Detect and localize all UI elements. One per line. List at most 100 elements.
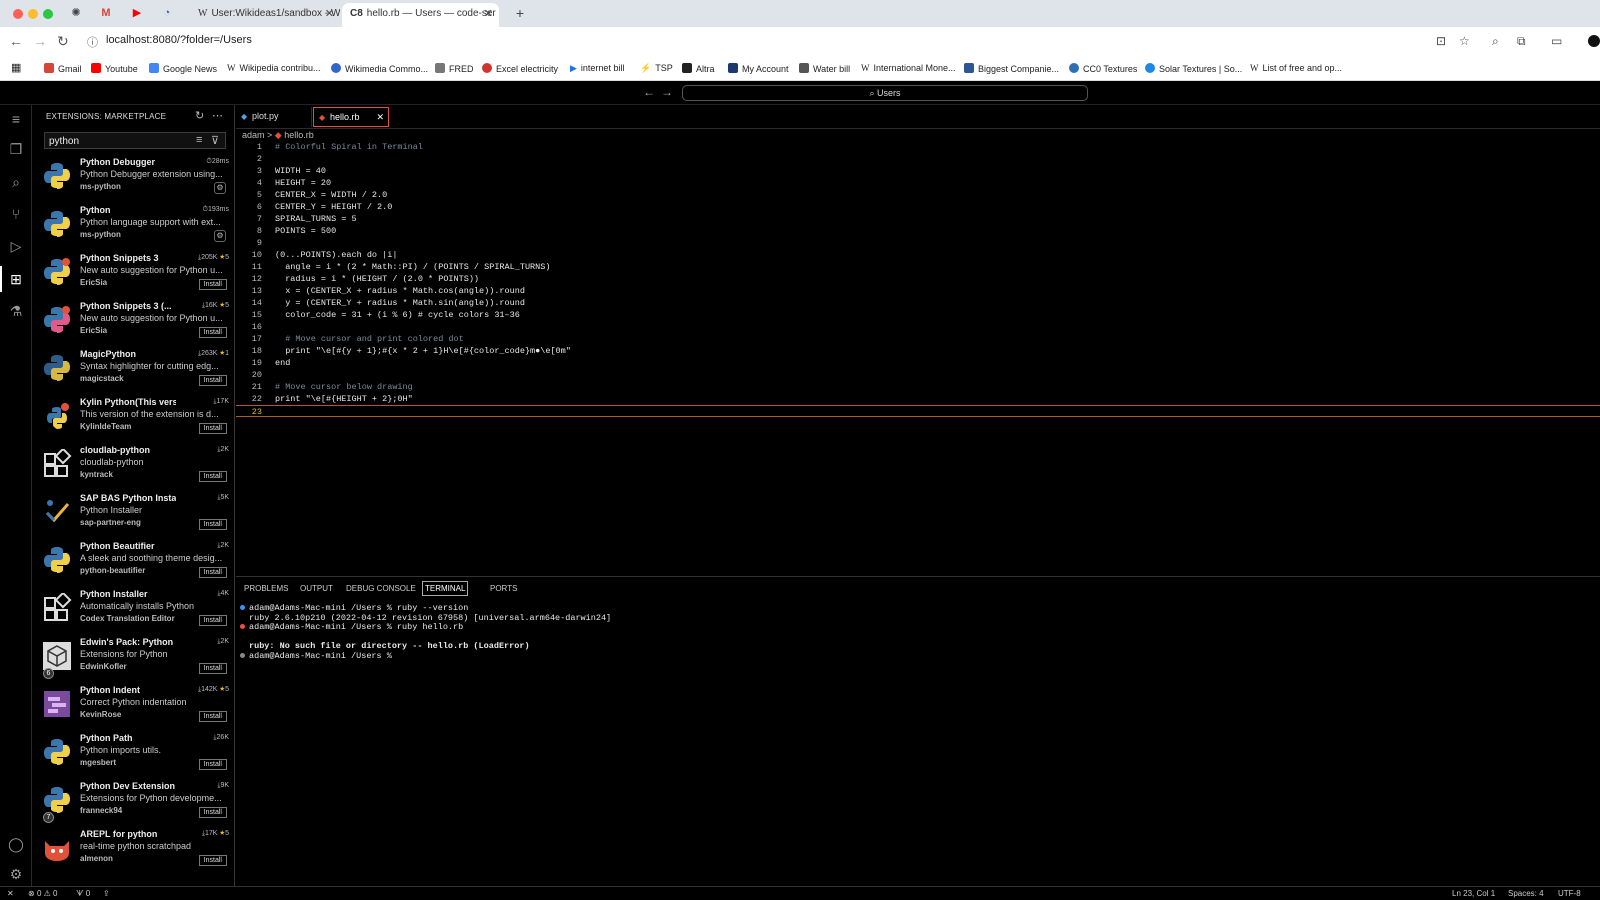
bookmark-youtube[interactable]: Youtube: [91, 63, 138, 74]
extension-item[interactable]: Python Installer ⤓4K Automatically install…: [32, 588, 234, 636]
go-back-arrow-icon[interactable]: ←: [643, 85, 655, 99]
minimize-window-button[interactable]: [28, 9, 38, 19]
bookmark-list-of-free[interactable]: W List of free and op...: [1250, 63, 1342, 73]
filter-icon[interactable]: ⊽: [211, 134, 219, 147]
manage-gear-icon[interactable]: ⚙: [214, 182, 226, 194]
clear-filter-icon[interactable]: ≡: [196, 134, 202, 146]
testing-flask-icon[interactable]: ⚗: [7, 302, 25, 320]
bookmark-wikimedia-commons[interactable]: Wikimedia Commo...: [331, 63, 428, 74]
explorer-files-icon[interactable]: ❐: [7, 140, 25, 158]
install-button[interactable]: Install: [198, 519, 227, 530]
bookmark-fred[interactable]: FRED: [435, 63, 474, 74]
run-debug-icon[interactable]: ▷: [7, 237, 25, 255]
install-button[interactable]: Install: [198, 807, 227, 818]
install-button[interactable]: Install: [198, 759, 227, 770]
extension-item[interactable]: AREPL for python ⤓17K ★5 real-time python …: [32, 828, 234, 876]
panel-tab-terminal[interactable]: TERMINAL: [422, 581, 469, 596]
profile-avatar[interactable]: [1588, 35, 1600, 47]
refresh-icon[interactable]: ↻: [195, 109, 204, 122]
pinned-tab-gmail-icon[interactable]: M: [99, 6, 113, 20]
install-button[interactable]: Install: [198, 663, 227, 674]
url-field[interactable]: localhost:8080/?folder=/Users: [106, 34, 252, 46]
extension-item[interactable]: Python Beautifier ⤓2K A sleek and soothing…: [32, 540, 234, 588]
panel-tab-output[interactable]: OUTPUT: [300, 584, 333, 596]
extension-item[interactable]: cloudlab-python ⤓2K cloudlab-python kyntrac…: [32, 444, 234, 492]
extension-item[interactable]: 7 Python Dev Extension Pa... ⤓9K Extensions…: [32, 780, 234, 828]
bookmark-wikipedia-contrib[interactable]: W Wikipedia contribu...: [227, 63, 321, 73]
bookmark-water-bill[interactable]: Water bill: [799, 63, 850, 74]
extensions-icon[interactable]: ⊞: [7, 270, 25, 288]
extension-item[interactable]: Python ⏱193ms Python language support with…: [32, 204, 234, 252]
go-forward-arrow-icon[interactable]: →: [661, 85, 673, 99]
close-tab-icon[interactable]: ✕: [325, 3, 334, 25]
cursor-position[interactable]: Ln 23, Col 1: [1452, 889, 1495, 898]
extension-item[interactable]: SAP BAS Python Installer ⤓5K Python Instal…: [32, 492, 234, 540]
bookmark-international-money[interactable]: W International Mone...: [861, 63, 956, 73]
extension-item[interactable]: Python Path ⤓26K Python imports utils. mges…: [32, 732, 234, 780]
zoom-search-icon[interactable]: ⌕: [1492, 34, 1499, 49]
install-button[interactable]: Install: [198, 471, 227, 482]
bookmark-google-news[interactable]: Google News: [149, 63, 217, 74]
bookmark-biggest-companies[interactable]: Biggest Companie...: [964, 63, 1059, 74]
close-tab-icon[interactable]: ✕: [376, 108, 384, 126]
install-button[interactable]: Install: [198, 615, 227, 626]
apps-grid-icon[interactable]: ▦: [11, 61, 21, 74]
bookmark-cc0-textures[interactable]: CC0 Textures: [1069, 63, 1137, 74]
panel-tab-debug-console[interactable]: DEBUG CONSOLE: [346, 584, 416, 596]
account-icon[interactable]: ◯: [7, 835, 25, 853]
editor-tab-hello-rb[interactable]: ◆ hello.rb ✕: [313, 107, 389, 127]
browser-tab-code-server[interactable]: C8 hello.rb — Users — code-ser ✕: [342, 3, 499, 27]
install-button[interactable]: Install: [198, 711, 227, 722]
install-button[interactable]: Install: [198, 423, 227, 434]
extension-item[interactable]: 6 Edwin's Pack: Python ⤓2K Extensions for P…: [32, 636, 234, 684]
extension-item[interactable]: Kylin Python(This versio... ⤓17K This vers…: [32, 396, 234, 444]
install-app-icon[interactable]: ⊡: [1436, 34, 1446, 48]
pinned-tab-chatgpt-icon[interactable]: ✺: [69, 6, 83, 20]
forward-arrow-icon[interactable]: →: [33, 33, 47, 49]
extension-search-input[interactable]: [49, 134, 189, 148]
maximize-window-button[interactable]: [43, 9, 53, 19]
site-info-icon[interactable]: ⓘ: [87, 35, 98, 51]
editor-tab-plot-py[interactable]: ◆ plot.py: [236, 107, 312, 127]
manage-gear-icon[interactable]: ⚙: [214, 230, 226, 242]
close-tab-icon[interactable]: ✕: [484, 3, 493, 25]
ports-indicator[interactable]: ᗐ 0: [76, 889, 90, 899]
remote-indicator-icon[interactable]: ✕: [7, 889, 14, 898]
search-icon[interactable]: ⌕: [7, 173, 25, 191]
problems-indicator[interactable]: ⊗ 0 ⚠ 0: [28, 889, 57, 898]
bookmark-excel-electricity[interactable]: Excel electricity: [482, 63, 558, 74]
bookmark-tsp[interactable]: ⚡ TSP: [640, 63, 673, 74]
bookmark-solar-textures[interactable]: Solar Textures | So...: [1145, 63, 1242, 74]
side-panel-icon[interactable]: ▭: [1551, 34, 1562, 48]
extensions-puzzle-icon[interactable]: ⧉: [1517, 34, 1526, 49]
install-button[interactable]: Install: [198, 375, 227, 386]
install-button[interactable]: Install: [198, 327, 227, 338]
extension-item[interactable]: Python Snippets 3 ⤓205K ★5 New auto sugges…: [32, 252, 234, 300]
pinned-tab-youtube-icon[interactable]: ▶: [130, 6, 144, 20]
command-center-search[interactable]: ⌕ Users: [682, 85, 1088, 101]
extension-item[interactable]: Python Indent ⤓142K ★5 Correct Python inde…: [32, 684, 234, 732]
panel-tab-problems[interactable]: PROBLEMS: [244, 584, 288, 596]
panel-tab-ports[interactable]: PORTS: [490, 584, 517, 596]
bookmark-star-icon[interactable]: ☆: [1459, 34, 1470, 48]
bookmark-my-account[interactable]: My Account: [728, 63, 789, 74]
live-share-icon[interactable]: ⇪: [103, 889, 110, 898]
hamburger-menu-icon[interactable]: ≡: [7, 110, 25, 128]
extension-item[interactable]: MagicPython ⤓263K ★1 Syntax highlighter fo…: [32, 348, 234, 396]
back-arrow-icon[interactable]: ←: [9, 33, 23, 49]
bookmark-internet-bill[interactable]: ▶ internet bill: [570, 63, 624, 74]
reload-icon[interactable]: ↻: [57, 33, 69, 49]
install-button[interactable]: Install: [198, 855, 227, 866]
more-actions-icon[interactable]: ⋯: [212, 109, 223, 122]
new-tab-button[interactable]: +: [513, 6, 527, 20]
install-button[interactable]: Install: [198, 567, 227, 578]
install-button[interactable]: Install: [198, 279, 227, 290]
encoding[interactable]: UTF-8: [1558, 889, 1581, 898]
bookmark-gmail[interactable]: Gmail: [44, 63, 82, 74]
extension-item[interactable]: Python Debugger ⏱28ms Python Debugger exte…: [32, 156, 234, 204]
bookmark-altra[interactable]: Altra: [682, 63, 715, 74]
indentation[interactable]: Spaces: 4: [1508, 889, 1544, 898]
source-control-icon[interactable]: ⑂: [7, 205, 25, 223]
browser-tab-wikipedia[interactable]: W User:Wikideas1/sandbox - Wi ✕: [190, 3, 340, 27]
breadcrumb-file[interactable]: hello.rb: [284, 130, 314, 140]
